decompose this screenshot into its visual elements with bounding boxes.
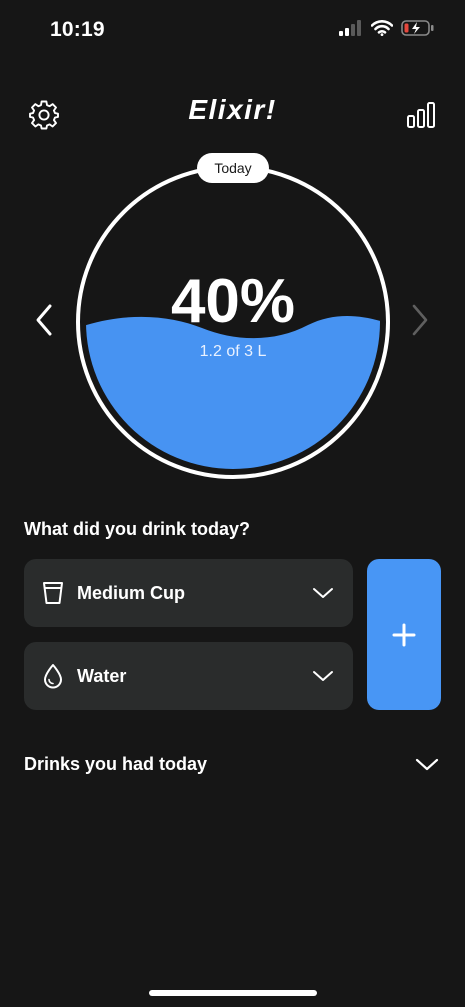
water-drop-icon <box>40 662 66 690</box>
add-drink-button[interactable] <box>367 559 441 710</box>
chevron-down-icon <box>313 588 333 598</box>
drink-type-select[interactable]: Water <box>24 642 353 710</box>
chevron-down-icon[interactable] <box>414 752 440 776</box>
amount-label: 1.2 of 3 L <box>199 343 267 360</box>
status-icons <box>339 20 435 36</box>
drinks-history-title[interactable]: Drinks you had today <box>24 754 207 775</box>
cup-size-select[interactable]: Medium Cup <box>24 559 353 627</box>
plus-icon <box>392 623 416 646</box>
chevron-down-icon <box>313 671 333 681</box>
previous-day-arrow-icon[interactable] <box>30 300 58 340</box>
percent-label: 40% <box>170 267 296 336</box>
cup-icon <box>40 579 66 607</box>
app-title: Elixir! <box>188 94 277 125</box>
wifi-icon <box>371 20 393 36</box>
cellular-signal-icon <box>339 20 361 36</box>
hydration-gauge: Today 40% 1.2 of 3 L <box>74 153 392 481</box>
home-indicator[interactable] <box>149 990 317 996</box>
water-fill <box>86 316 380 469</box>
next-day-arrow-icon[interactable] <box>406 300 434 340</box>
period-pill[interactable]: Today <box>197 153 269 183</box>
cup-size-value: Medium Cup <box>77 582 185 603</box>
drink-type-value: Water <box>77 665 127 686</box>
battery-icon <box>401 20 434 36</box>
drink-question: What did you drink today? <box>24 519 250 539</box>
status-time: 10:19 <box>50 18 105 41</box>
bar-chart-icon[interactable] <box>405 99 437 131</box>
